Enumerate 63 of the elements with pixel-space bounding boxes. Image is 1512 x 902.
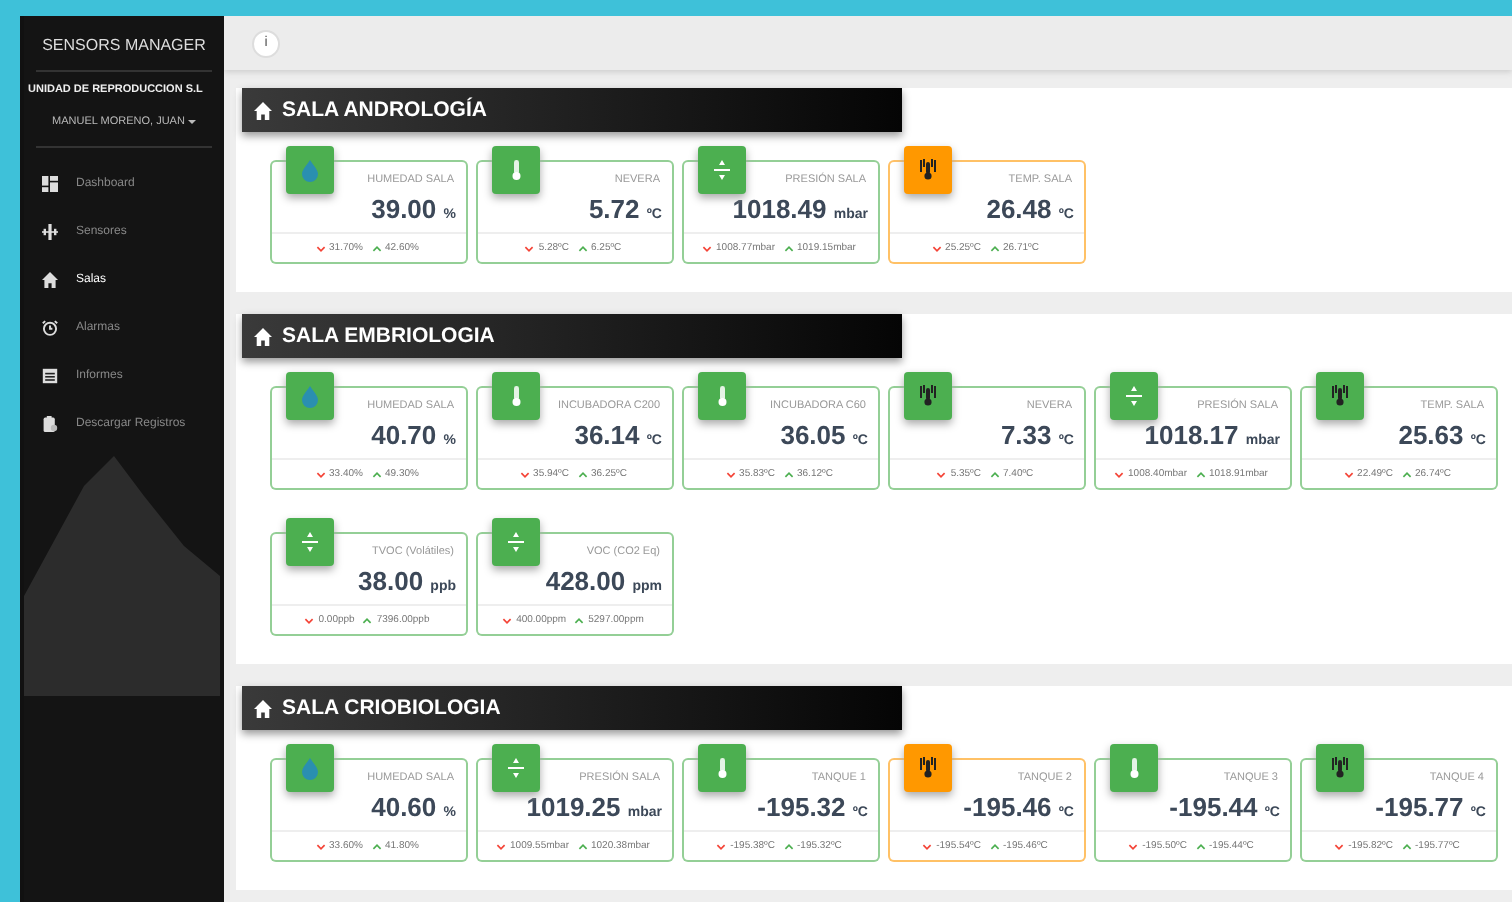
- chevron-up-icon: [371, 471, 381, 477]
- chevron-up-icon: [371, 245, 381, 251]
- probe-icon: [916, 384, 940, 408]
- chevron-down-icon: [1343, 471, 1354, 477]
- chevron-up-icon: [783, 843, 793, 849]
- chevron-down-icon: [524, 245, 535, 251]
- drop-icon: [298, 384, 322, 408]
- chevron-down-icon: [1128, 843, 1139, 849]
- chevron-down-icon: [1114, 471, 1125, 477]
- chevron-up-icon: [371, 843, 381, 849]
- chevron-down-icon: [496, 843, 507, 849]
- chevron-down-icon: [519, 471, 530, 477]
- chevron-up-icon: [1195, 471, 1205, 477]
- chevron-up-icon: [1401, 843, 1411, 849]
- chevron-up-icon: [783, 471, 793, 477]
- chevron-down-icon: [315, 471, 326, 477]
- chevron-up-icon: [1195, 843, 1205, 849]
- probe-icon: [1328, 384, 1352, 408]
- chevron-up-icon: [989, 843, 999, 849]
- chevron-up-icon: [577, 245, 587, 251]
- chevron-down-icon: [315, 245, 326, 251]
- chevron-up-icon: [577, 843, 587, 849]
- probe-icon: [916, 158, 940, 182]
- chevron-down-icon: [716, 843, 727, 849]
- chevron-up-icon: [989, 245, 999, 251]
- room-title: SALA CRIOBIOLOGIA: [282, 696, 501, 720]
- chevron-down-icon: [931, 245, 942, 251]
- chevron-down-icon: [315, 843, 326, 849]
- chevron-up-icon: [574, 617, 585, 623]
- alarm-clock-icon: [42, 320, 58, 336]
- chevron-down-icon: [936, 471, 947, 477]
- room-title: SALA EMBRIOLOGIA: [282, 324, 495, 348]
- chevron-down-icon: [304, 617, 315, 623]
- home-icon: [254, 101, 272, 119]
- caret-icon: [187, 119, 196, 124]
- drop-icon: [298, 756, 322, 780]
- home-icon: [254, 327, 272, 345]
- home-icon: [254, 699, 272, 717]
- pressure-icon: [710, 158, 734, 182]
- list-icon: [42, 368, 58, 384]
- chevron-up-icon: [362, 617, 373, 623]
- probe-icon: [1328, 756, 1352, 780]
- pressure-icon: [504, 530, 528, 554]
- chevron-up-icon: [577, 471, 587, 477]
- chevron-down-icon: [725, 471, 736, 477]
- chevron-up-icon: [1401, 471, 1411, 477]
- probe-icon: [916, 756, 940, 780]
- pressure-icon: [1122, 384, 1146, 408]
- signal-icon: [42, 224, 58, 240]
- chevron-down-icon: [702, 245, 713, 251]
- home-icon: [42, 272, 58, 288]
- pressure-icon: [504, 756, 528, 780]
- chevron-down-icon: [922, 843, 933, 849]
- pressure-icon: [298, 530, 322, 554]
- app-title: SENSORS MANAGER: [36, 16, 212, 72]
- drop-icon: [298, 158, 322, 182]
- chevron-up-icon: [989, 471, 999, 477]
- chevron-up-icon: [783, 245, 793, 251]
- room-title: SALA ANDROLOGÍA: [282, 98, 487, 122]
- chevron-down-icon: [502, 617, 513, 623]
- chevron-down-icon: [1334, 843, 1345, 849]
- clipboard-icon: [42, 416, 58, 432]
- dashboard-icon: [42, 176, 58, 192]
